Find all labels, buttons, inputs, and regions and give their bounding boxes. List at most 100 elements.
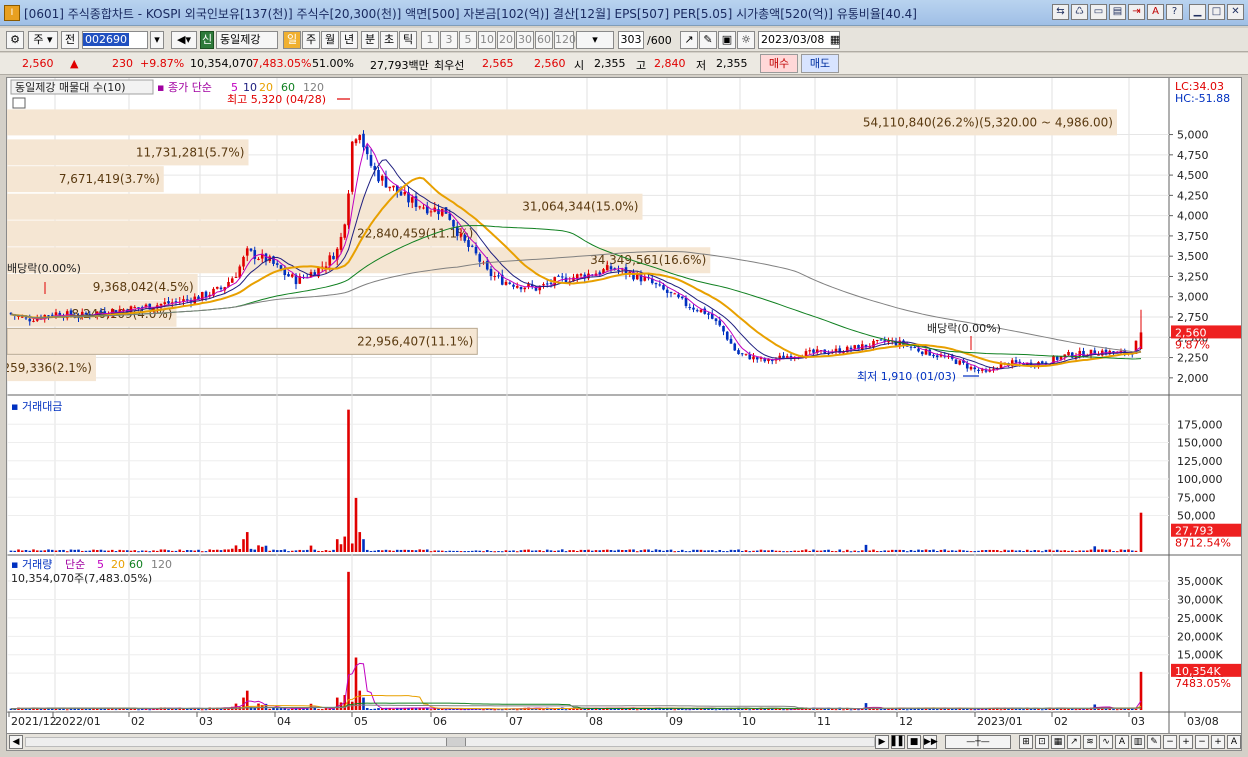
zoom-slider[interactable]: —┼— xyxy=(945,735,1011,749)
amount-bar xyxy=(628,549,632,552)
pin-icon[interactable]: ⇥ xyxy=(1128,4,1145,20)
amount-bar xyxy=(673,551,677,553)
stock-code-input[interactable]: 002690 xyxy=(82,31,148,49)
interval-30[interactable]: 30 xyxy=(516,31,534,49)
code-dropdown-icon[interactable]: ▾ xyxy=(150,31,164,49)
settings-icon[interactable]: ⚙ xyxy=(6,31,24,49)
candle-body xyxy=(358,135,362,141)
play-icon[interactable]: ▶ xyxy=(875,735,889,749)
volume-bar xyxy=(714,709,718,711)
stop-icon[interactable]: ■ xyxy=(907,735,921,749)
amount-bar xyxy=(369,550,373,552)
volume-bar xyxy=(778,708,782,710)
plus-icon[interactable]: + xyxy=(1211,735,1225,749)
candle-body xyxy=(879,339,883,341)
amount-bar xyxy=(920,550,924,552)
amount-bar xyxy=(373,550,377,552)
amount-bar xyxy=(932,549,935,552)
save-icon[interactable]: ▣ xyxy=(718,31,736,49)
fast-forward-icon[interactable]: ▶▶ xyxy=(923,735,938,749)
font-icon[interactable]: A xyxy=(1147,4,1164,20)
period-day-tab[interactable]: 일 xyxy=(283,31,301,49)
amount-bar xyxy=(324,550,328,552)
link-icon[interactable]: ⇆ xyxy=(1052,4,1069,20)
interval-60[interactable]: 60 xyxy=(535,31,553,49)
amount-bar xyxy=(283,549,287,552)
candle-body xyxy=(122,309,125,311)
amount-bar xyxy=(380,550,384,552)
period-year-tab[interactable]: 년 xyxy=(340,31,358,49)
help-icon[interactable]: ? xyxy=(1166,4,1183,20)
trend-icon[interactable]: ↗ xyxy=(1067,735,1081,749)
volume-bar xyxy=(204,709,208,711)
arrow-tool-icon[interactable]: ↗ xyxy=(680,31,698,49)
amount-bar xyxy=(43,550,47,552)
close-icon[interactable]: ✕ xyxy=(1227,4,1244,20)
interval-select[interactable]: ▾ xyxy=(576,31,614,49)
layout-icon[interactable]: ▦ xyxy=(1051,735,1065,749)
amount-bar xyxy=(1067,550,1070,552)
candle-body xyxy=(707,313,710,315)
crosshair-icon[interactable]: ⊞ xyxy=(1019,735,1033,749)
volume-bar xyxy=(684,709,688,711)
period-week-tab[interactable]: 주 xyxy=(302,31,320,49)
interval-20[interactable]: 20 xyxy=(497,31,515,49)
date-input[interactable]: 2023/03/08 ▦ xyxy=(758,31,840,49)
prev-button[interactable]: 전 xyxy=(61,31,79,49)
volume-ma-label: 단순 xyxy=(65,558,85,571)
period-minute-tab[interactable]: 분 xyxy=(361,31,379,49)
candle-body xyxy=(99,310,103,312)
sell-button[interactable]: 매도 xyxy=(801,54,839,73)
period-second-tab[interactable]: 초 xyxy=(380,31,398,49)
zoom-in-icon[interactable]: + xyxy=(1179,735,1193,749)
dividend-label: 배당락(0.00%) xyxy=(927,322,1001,335)
current-pct-tag: 9.87% xyxy=(1175,338,1210,351)
speaker-icon[interactable]: ◀▾ xyxy=(171,31,197,49)
fibo-icon[interactable]: ≋ xyxy=(1083,735,1097,749)
volume-y-tick: 15,000K xyxy=(1177,649,1223,662)
font-size-icon[interactable]: A xyxy=(1227,735,1241,749)
chart-area[interactable]: 5,000 4,750 4,500 4,250 4,000 3,750 3,500 3,250… xyxy=(6,77,1242,741)
stock-name[interactable]: 동일제강 xyxy=(216,31,278,49)
zoom-out-icon[interactable]: − xyxy=(1163,735,1177,749)
period-tick-tab[interactable]: 틱 xyxy=(399,31,417,49)
config-icon[interactable]: ☼ xyxy=(737,31,755,49)
grid-icon[interactable]: ⊡ xyxy=(1035,735,1049,749)
amount-bar xyxy=(624,550,628,552)
horizontal-scrollbar[interactable] xyxy=(25,737,875,747)
candle-body xyxy=(1139,332,1143,350)
candle-body xyxy=(519,286,523,290)
candle-body xyxy=(542,284,545,286)
volume-bar xyxy=(493,709,497,711)
interval-10[interactable]: 10 xyxy=(478,31,496,49)
volume-bar xyxy=(748,709,752,711)
scroll-thumb[interactable] xyxy=(446,738,466,746)
count-input[interactable]: 303 xyxy=(618,31,644,49)
window-icon[interactable]: ▭ xyxy=(1090,4,1107,20)
print-icon[interactable]: ▤ xyxy=(1109,4,1126,20)
refresh-icon[interactable]: ♺ xyxy=(1071,4,1088,20)
buy-button[interactable]: 매수 xyxy=(760,54,798,73)
period-type-select[interactable]: 주 ▾ xyxy=(28,31,58,49)
scroll-left-icon[interactable]: ◀ xyxy=(9,735,23,749)
minus-icon[interactable]: − xyxy=(1195,735,1209,749)
draw-tool-icon[interactable]: ✎ xyxy=(699,31,717,49)
interval-1[interactable]: 1 xyxy=(421,31,439,49)
interval-120[interactable]: 120 xyxy=(554,31,576,49)
bar-tool-icon[interactable]: ▥ xyxy=(1131,735,1145,749)
amount-bar xyxy=(725,551,729,553)
minimize-icon[interactable]: ▁ xyxy=(1189,4,1206,20)
volume-bar xyxy=(575,709,579,711)
amount-bar xyxy=(238,548,242,552)
maximize-icon[interactable]: □ xyxy=(1208,4,1225,20)
edit-tool-icon[interactable]: ✎ xyxy=(1147,735,1161,749)
interval-5[interactable]: 5 xyxy=(459,31,477,49)
text-tool-icon[interactable]: A xyxy=(1115,735,1129,749)
pause-icon[interactable]: ▌▌ xyxy=(891,735,906,749)
stock-chart[interactable]: 5,000 4,750 4,500 4,250 4,000 3,750 3,500 3,250… xyxy=(7,78,1242,734)
candle-body xyxy=(32,320,35,322)
amount-bar xyxy=(917,549,920,552)
interval-3[interactable]: 3 xyxy=(440,31,458,49)
cycle-icon[interactable]: ∿ xyxy=(1099,735,1113,749)
period-month-tab[interactable]: 월 xyxy=(321,31,339,49)
